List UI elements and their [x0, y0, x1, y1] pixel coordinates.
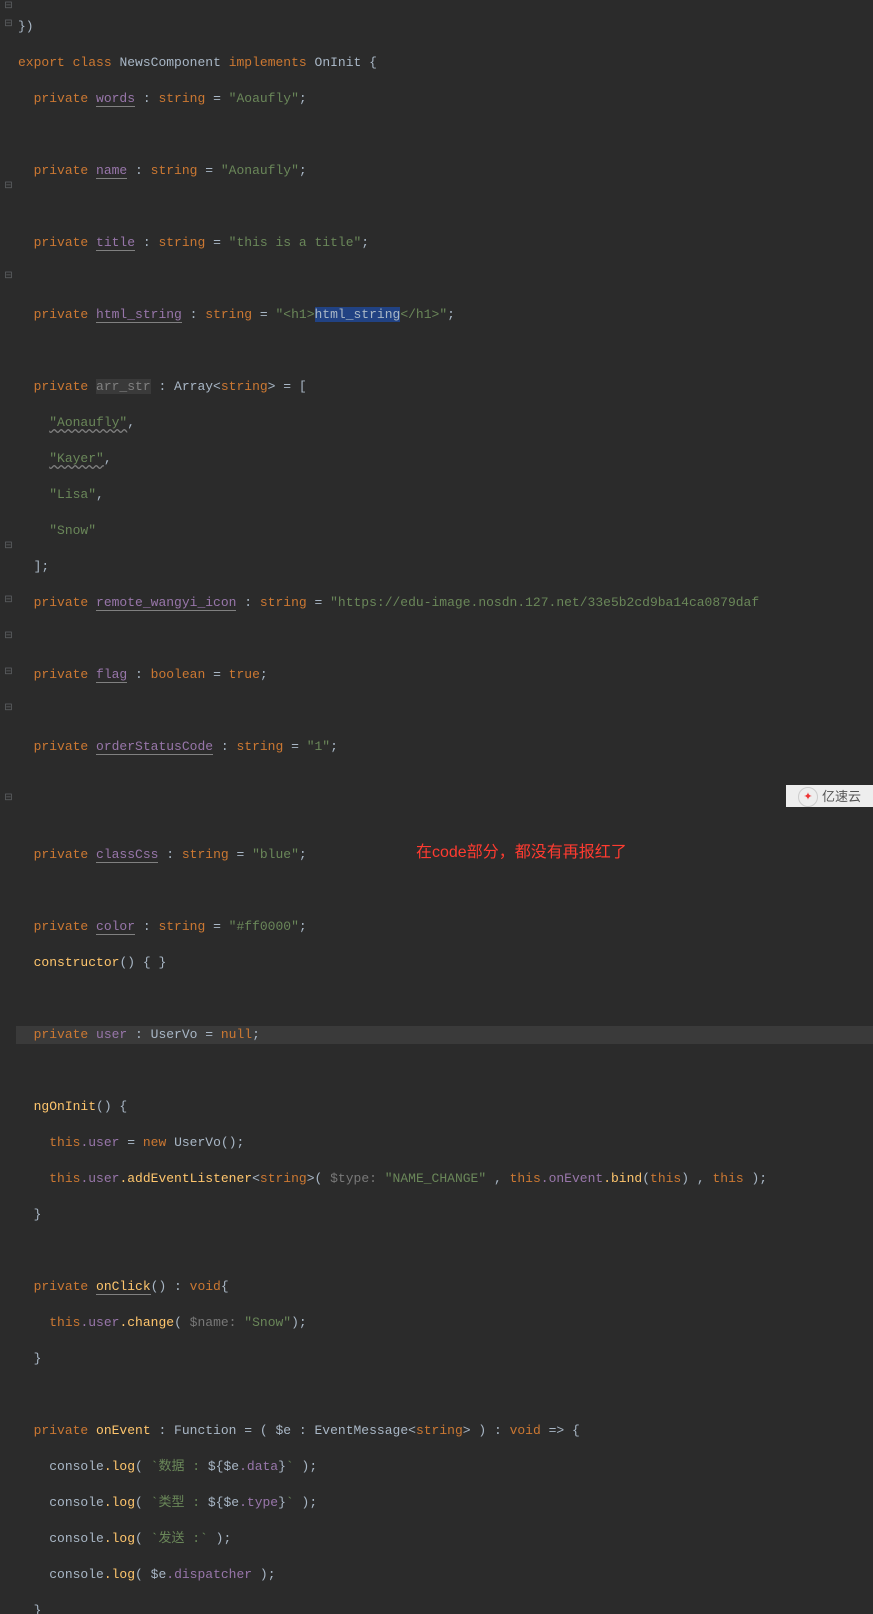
code-line: private onClick() : void{ — [16, 1278, 873, 1296]
code-line: private flag : boolean = true; — [16, 666, 873, 684]
fold-icon[interactable]: ⊟ — [4, 272, 13, 281]
code-line: private classCss : string = "blue";在code… — [16, 846, 873, 864]
code-line — [16, 1242, 873, 1260]
code-line: "Lisa", — [16, 486, 873, 504]
code-line — [16, 1386, 873, 1404]
code-line: this.user.addEventListener<string>( $typ… — [16, 1170, 873, 1188]
fold-icon[interactable]: ⊟ — [4, 2, 13, 11]
code-line: private words : string = "Aoaufly"; — [16, 90, 873, 108]
selection: html_string — [315, 307, 401, 322]
code-editor[interactable]: ⊟ ⊟ ⊟ ⊟ ⊟ ⊟ ⊟ ⊟ ⊟ ⊟ }) export class News… — [0, 0, 873, 807]
code-line: "Snow" — [16, 522, 873, 540]
code-line: console.log( $e.dispatcher ); — [16, 1566, 873, 1584]
fold-icon[interactable]: ⊟ — [4, 182, 13, 191]
code-line: private remote_wangyi_icon : string = "h… — [16, 594, 873, 612]
fold-icon[interactable]: ⊟ — [4, 20, 13, 29]
code-line — [16, 702, 873, 720]
code-line: constructor() { } — [16, 954, 873, 972]
code-line — [16, 342, 873, 360]
watermark-text: 亿速云 — [822, 788, 861, 806]
code-line-highlighted: private user : UserVo = null; — [16, 1026, 873, 1044]
fold-icon[interactable]: ⊟ — [4, 794, 13, 803]
code-line — [16, 882, 873, 900]
code-line: ngOnInit() { — [16, 1098, 873, 1116]
code-line: private color : string = "#ff0000"; — [16, 918, 873, 936]
code-line — [16, 270, 873, 288]
code-line: } — [16, 1206, 873, 1224]
code-line: private arr_str : Array<string> = [ — [16, 378, 873, 396]
watermark: ✦ 亿速云 — [786, 785, 873, 807]
fold-icon[interactable]: ⊟ — [4, 596, 13, 605]
code-line: private name : string = "Aonaufly"; — [16, 162, 873, 180]
code-line: ]; — [16, 558, 873, 576]
gutter: ⊟ ⊟ ⊟ ⊟ ⊟ ⊟ ⊟ ⊟ ⊟ ⊟ — [0, 0, 16, 807]
code-line: } — [16, 1350, 873, 1368]
code-line — [16, 126, 873, 144]
code-line — [16, 1062, 873, 1080]
code-line: "Kayer", — [16, 450, 873, 468]
code-line — [16, 990, 873, 1008]
code-line — [16, 774, 873, 792]
code-line — [16, 630, 873, 648]
code-line — [16, 198, 873, 216]
fold-icon[interactable]: ⊟ — [4, 542, 13, 551]
annotation-text: 在code部分，都没有再报红了 — [416, 844, 627, 862]
code-line: private title : string = "this is a titl… — [16, 234, 873, 252]
code-line — [16, 810, 873, 828]
code-line: console.log( `发送 :` ); — [16, 1530, 873, 1548]
fold-icon[interactable]: ⊟ — [4, 632, 13, 641]
code-line: this.user = new UserVo(); — [16, 1134, 873, 1152]
logo-icon: ✦ — [798, 787, 818, 807]
code-line: private onEvent : Function = ( $e : Even… — [16, 1422, 873, 1440]
code-line: }) — [16, 18, 873, 36]
code-line: console.log( `数据 : ${$e.data}` ); — [16, 1458, 873, 1476]
code-line: export class NewsComponent implements On… — [16, 54, 873, 72]
code-line: private html_string : string = "<h1>html… — [16, 306, 873, 324]
fold-icon[interactable]: ⊟ — [4, 668, 13, 677]
fold-icon[interactable]: ⊟ — [4, 704, 13, 713]
code-line: this.user.change( $name: "Snow"); — [16, 1314, 873, 1332]
code-line: } — [16, 1602, 873, 1614]
code-line: "Aonaufly", — [16, 414, 873, 432]
code-line: console.log( `类型 : ${$e.type}` ); — [16, 1494, 873, 1512]
code-line: private orderStatusCode : string = "1"; — [16, 738, 873, 756]
code-area[interactable]: }) export class NewsComponent implements… — [16, 0, 873, 807]
